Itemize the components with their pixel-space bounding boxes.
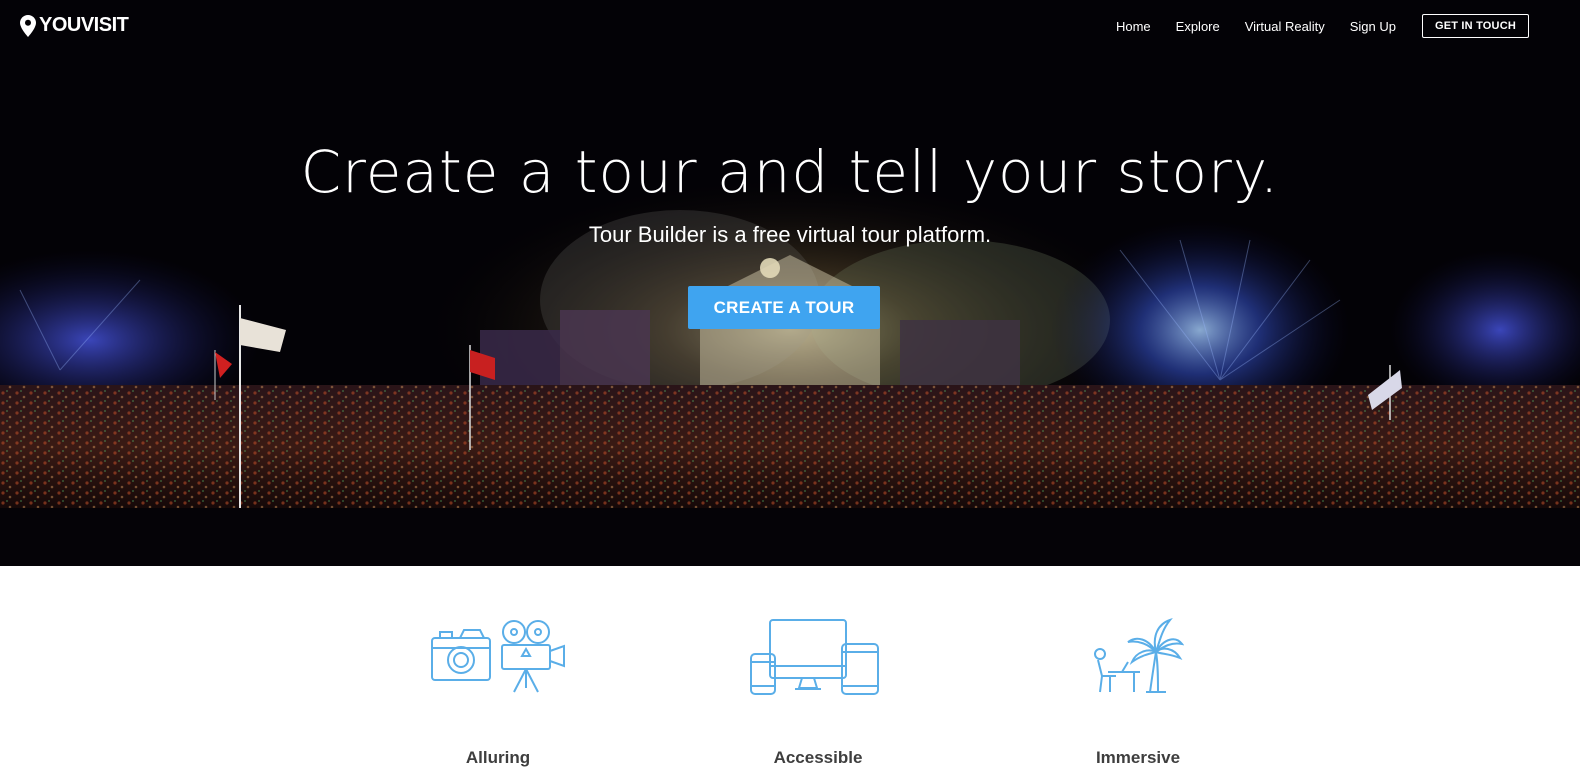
feature-title-alluring: Alluring bbox=[465, 748, 531, 767]
main-nav: Home Explore Virtual Reality Sign Up GET… bbox=[1091, 14, 1529, 38]
hero-headline: Create a tour and tell your story. bbox=[300, 138, 1280, 206]
camera-and-movie-camera-icon bbox=[431, 620, 565, 693]
hero-background-image bbox=[0, 0, 1580, 566]
map-pin-icon bbox=[20, 14, 36, 37]
nav-item-virtual-reality[interactable]: Virtual Reality bbox=[1245, 19, 1325, 34]
hero-subheadline: Tour Builder is a free virtual tour plat… bbox=[588, 222, 992, 247]
person-at-desk-with-palm-tree-icon bbox=[1094, 618, 1184, 693]
devices-icon bbox=[750, 619, 879, 695]
create-a-tour-button[interactable]: CREATE A TOUR bbox=[688, 286, 880, 329]
get-in-touch-button[interactable]: GET IN TOUCH bbox=[1421, 14, 1529, 38]
feature-title-accessible: Accessible bbox=[773, 748, 863, 767]
features-section: Alluring Accessible Immersive bbox=[0, 566, 1580, 784]
nav-item-home[interactable]: Home bbox=[1116, 19, 1151, 34]
nav-item-explore[interactable]: Explore bbox=[1176, 19, 1220, 34]
nav-item-sign-up[interactable]: Sign Up bbox=[1350, 19, 1396, 34]
top-navigation-bar: YOUVISIT Home Explore Virtual Reality Si… bbox=[0, 0, 1580, 52]
brand-logo[interactable]: YOUVISIT bbox=[20, 14, 129, 37]
hero-section: YOUVISIT Home Explore Virtual Reality Si… bbox=[0, 0, 1580, 566]
feature-title-immersive: Immersive bbox=[1095, 748, 1181, 767]
brand-name: YOUVISIT bbox=[39, 14, 129, 36]
